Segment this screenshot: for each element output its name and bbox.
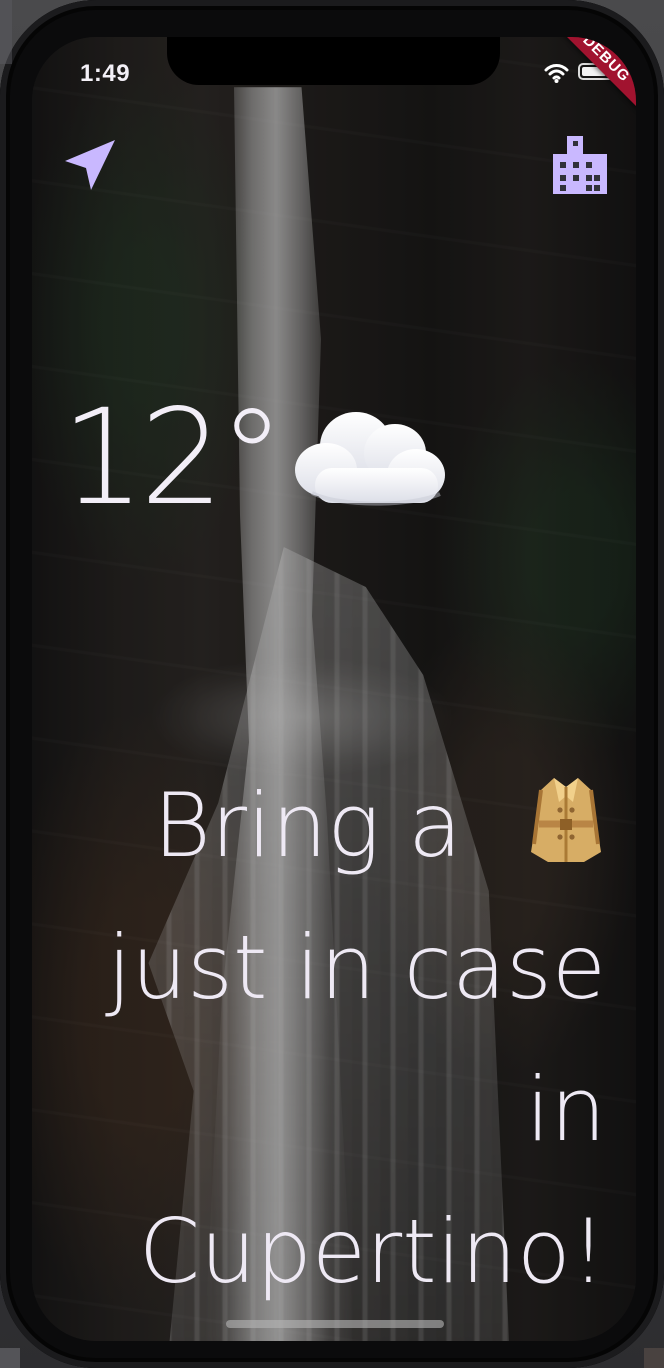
message-line: in — [525, 1058, 606, 1161]
cloud-icon — [294, 412, 445, 506]
current-location-button[interactable] — [54, 129, 126, 201]
desktop-edge — [0, 1348, 20, 1368]
home-indicator[interactable] — [226, 1320, 444, 1328]
message-line: Bring a — [66, 755, 606, 897]
weather-advice-message: Bring a just in case in Cupertino! — [66, 755, 606, 1323]
desktop-edge — [644, 1348, 664, 1368]
desktop-edge — [0, 0, 12, 64]
temperature-value: 12° — [61, 381, 285, 535]
trench-coat-icon — [531, 778, 601, 862]
weather-app-screen: 1:49 DEBUG 12° Bring a just in case in C… — [32, 37, 636, 1341]
wifi-icon — [544, 64, 569, 83]
status-time: 1:49 — [80, 60, 131, 87]
message-line: Cupertino! — [138, 1200, 606, 1303]
message-line: just in case — [106, 916, 606, 1019]
message-line-text: Bring a — [153, 774, 463, 877]
status-bar: 1:49 DEBUG — [32, 37, 636, 117]
location-arrow-icon — [65, 140, 115, 190]
city-search-button[interactable] — [544, 129, 616, 201]
phone-frame: 1:49 DEBUG 12° Bring a just in case in C… — [0, 0, 664, 1368]
current-temperature: 12° — [61, 392, 450, 524]
city-building-icon — [553, 136, 607, 194]
